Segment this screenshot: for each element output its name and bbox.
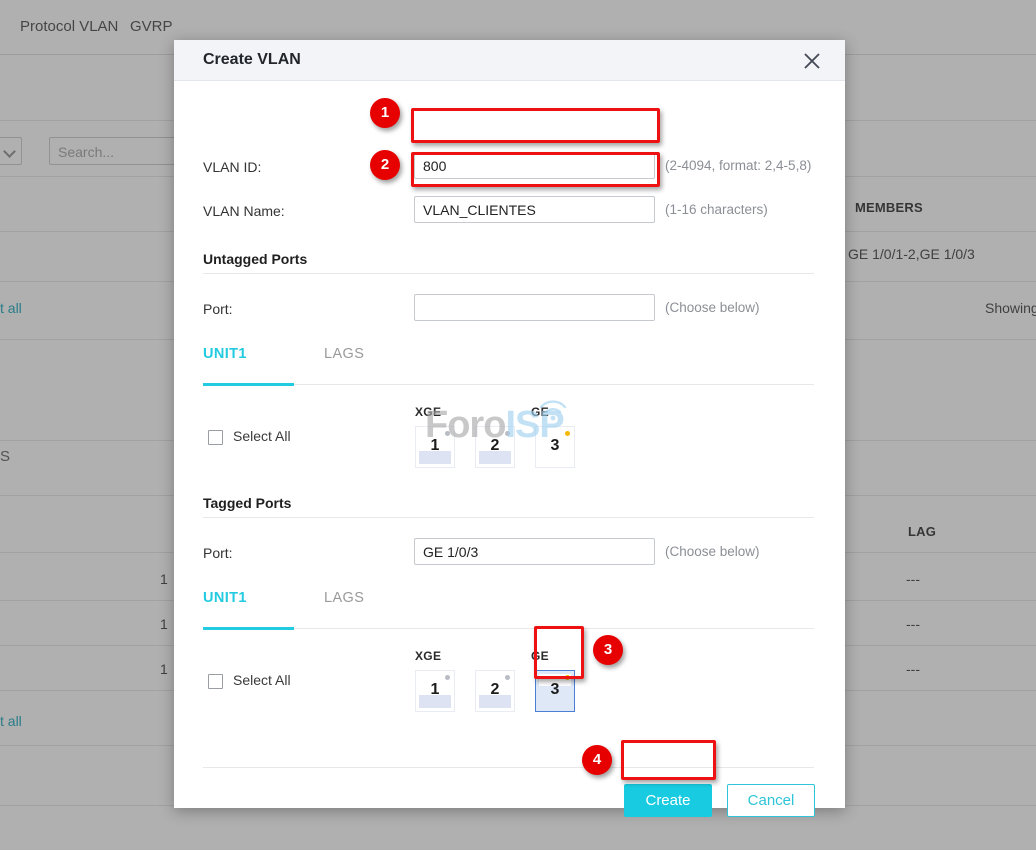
vlan-id-input[interactable] xyxy=(414,152,655,179)
untagged-select-all-label: Select All xyxy=(233,428,291,444)
tagged-port-xge-2-number: 2 xyxy=(490,681,500,698)
tagged-tab-lags[interactable]: LAGS xyxy=(324,590,364,617)
tagged-tab-active-underline xyxy=(203,627,294,630)
tagged-select-all-label: Select All xyxy=(233,672,291,688)
tagged-group-label-xge: XGE xyxy=(415,649,442,663)
untagged-tab-baseline xyxy=(203,384,814,385)
untagged-port-xge-1[interactable]: 1 xyxy=(415,426,455,468)
port-led-icon xyxy=(565,675,570,680)
vlan-name-hint: (1-16 characters) xyxy=(665,202,768,217)
untagged-port-ge-3-number: 3 xyxy=(550,437,560,454)
cancel-button[interactable]: Cancel xyxy=(727,784,815,817)
tagged-port-xge-1-number: 1 xyxy=(430,681,440,698)
untagged-port-xge-2-number: 2 xyxy=(490,437,500,454)
dialog-header: Create VLAN xyxy=(174,40,845,81)
untagged-tab-lags[interactable]: LAGS xyxy=(324,346,364,373)
tagged-tab-baseline xyxy=(203,628,814,629)
untagged-ports-title: Untagged Ports xyxy=(203,251,308,267)
tagged-port-ge-3-number: 3 xyxy=(550,681,560,698)
port-led-icon xyxy=(505,431,510,436)
tagged-tab-unit1[interactable]: UNIT1 xyxy=(203,590,247,617)
tagged-port-label: Port: xyxy=(203,545,233,561)
tagged-port-xge-1[interactable]: 1 xyxy=(415,670,455,712)
tagged-port-hint: (Choose below) xyxy=(665,544,760,559)
untagged-group-label-xge: XGE xyxy=(415,405,442,419)
tagged-group-label-ge: GE xyxy=(531,649,549,663)
untagged-port-xge-2[interactable]: 2 xyxy=(475,426,515,468)
untagged-group-label-ge: GE xyxy=(531,405,549,419)
tagged-ports-title: Tagged Ports xyxy=(203,495,292,511)
untagged-port-label: Port: xyxy=(203,301,233,317)
port-led-icon xyxy=(445,675,450,680)
vlan-id-hint: (2-4094, format: 2,4-5,8) xyxy=(665,158,812,173)
tagged-port-ge-3[interactable]: 3 xyxy=(535,670,575,712)
tagged-unit-tabs: UNIT1 LAGS xyxy=(203,590,814,630)
close-icon[interactable] xyxy=(801,50,823,72)
untagged-port-hint: (Choose below) xyxy=(665,300,760,315)
create-button[interactable]: Create xyxy=(624,784,712,817)
untagged-select-all-checkbox[interactable] xyxy=(208,430,223,445)
dialog-title: Create VLAN xyxy=(203,51,301,68)
port-led-icon xyxy=(565,431,570,436)
vlan-name-input[interactable] xyxy=(414,196,655,223)
port-led-icon xyxy=(445,431,450,436)
tagged-port-input[interactable] xyxy=(414,538,655,565)
vlan-name-label: VLAN Name: xyxy=(203,203,285,219)
create-vlan-dialog: Create VLAN VLAN ID: (2-4094, format: 2,… xyxy=(174,40,845,817)
tagged-port-xge-2[interactable]: 2 xyxy=(475,670,515,712)
untagged-tab-active-underline xyxy=(203,383,294,386)
untagged-unit-tabs: UNIT1 LAGS xyxy=(203,346,814,386)
untagged-port-input[interactable] xyxy=(414,294,655,321)
tagged-select-all-checkbox[interactable] xyxy=(208,674,223,689)
dialog-body: VLAN ID: (2-4094, format: 2,4-5,8) VLAN … xyxy=(174,81,845,817)
untagged-tab-unit1[interactable]: UNIT1 xyxy=(203,346,247,373)
screen: Protocol VLAN GVRP Search... MEMBERS GE … xyxy=(0,0,1036,850)
untagged-port-xge-1-number: 1 xyxy=(430,437,440,454)
port-led-icon xyxy=(505,675,510,680)
vlan-id-label: VLAN ID: xyxy=(203,159,262,175)
untagged-port-ge-3[interactable]: 3 xyxy=(535,426,575,468)
